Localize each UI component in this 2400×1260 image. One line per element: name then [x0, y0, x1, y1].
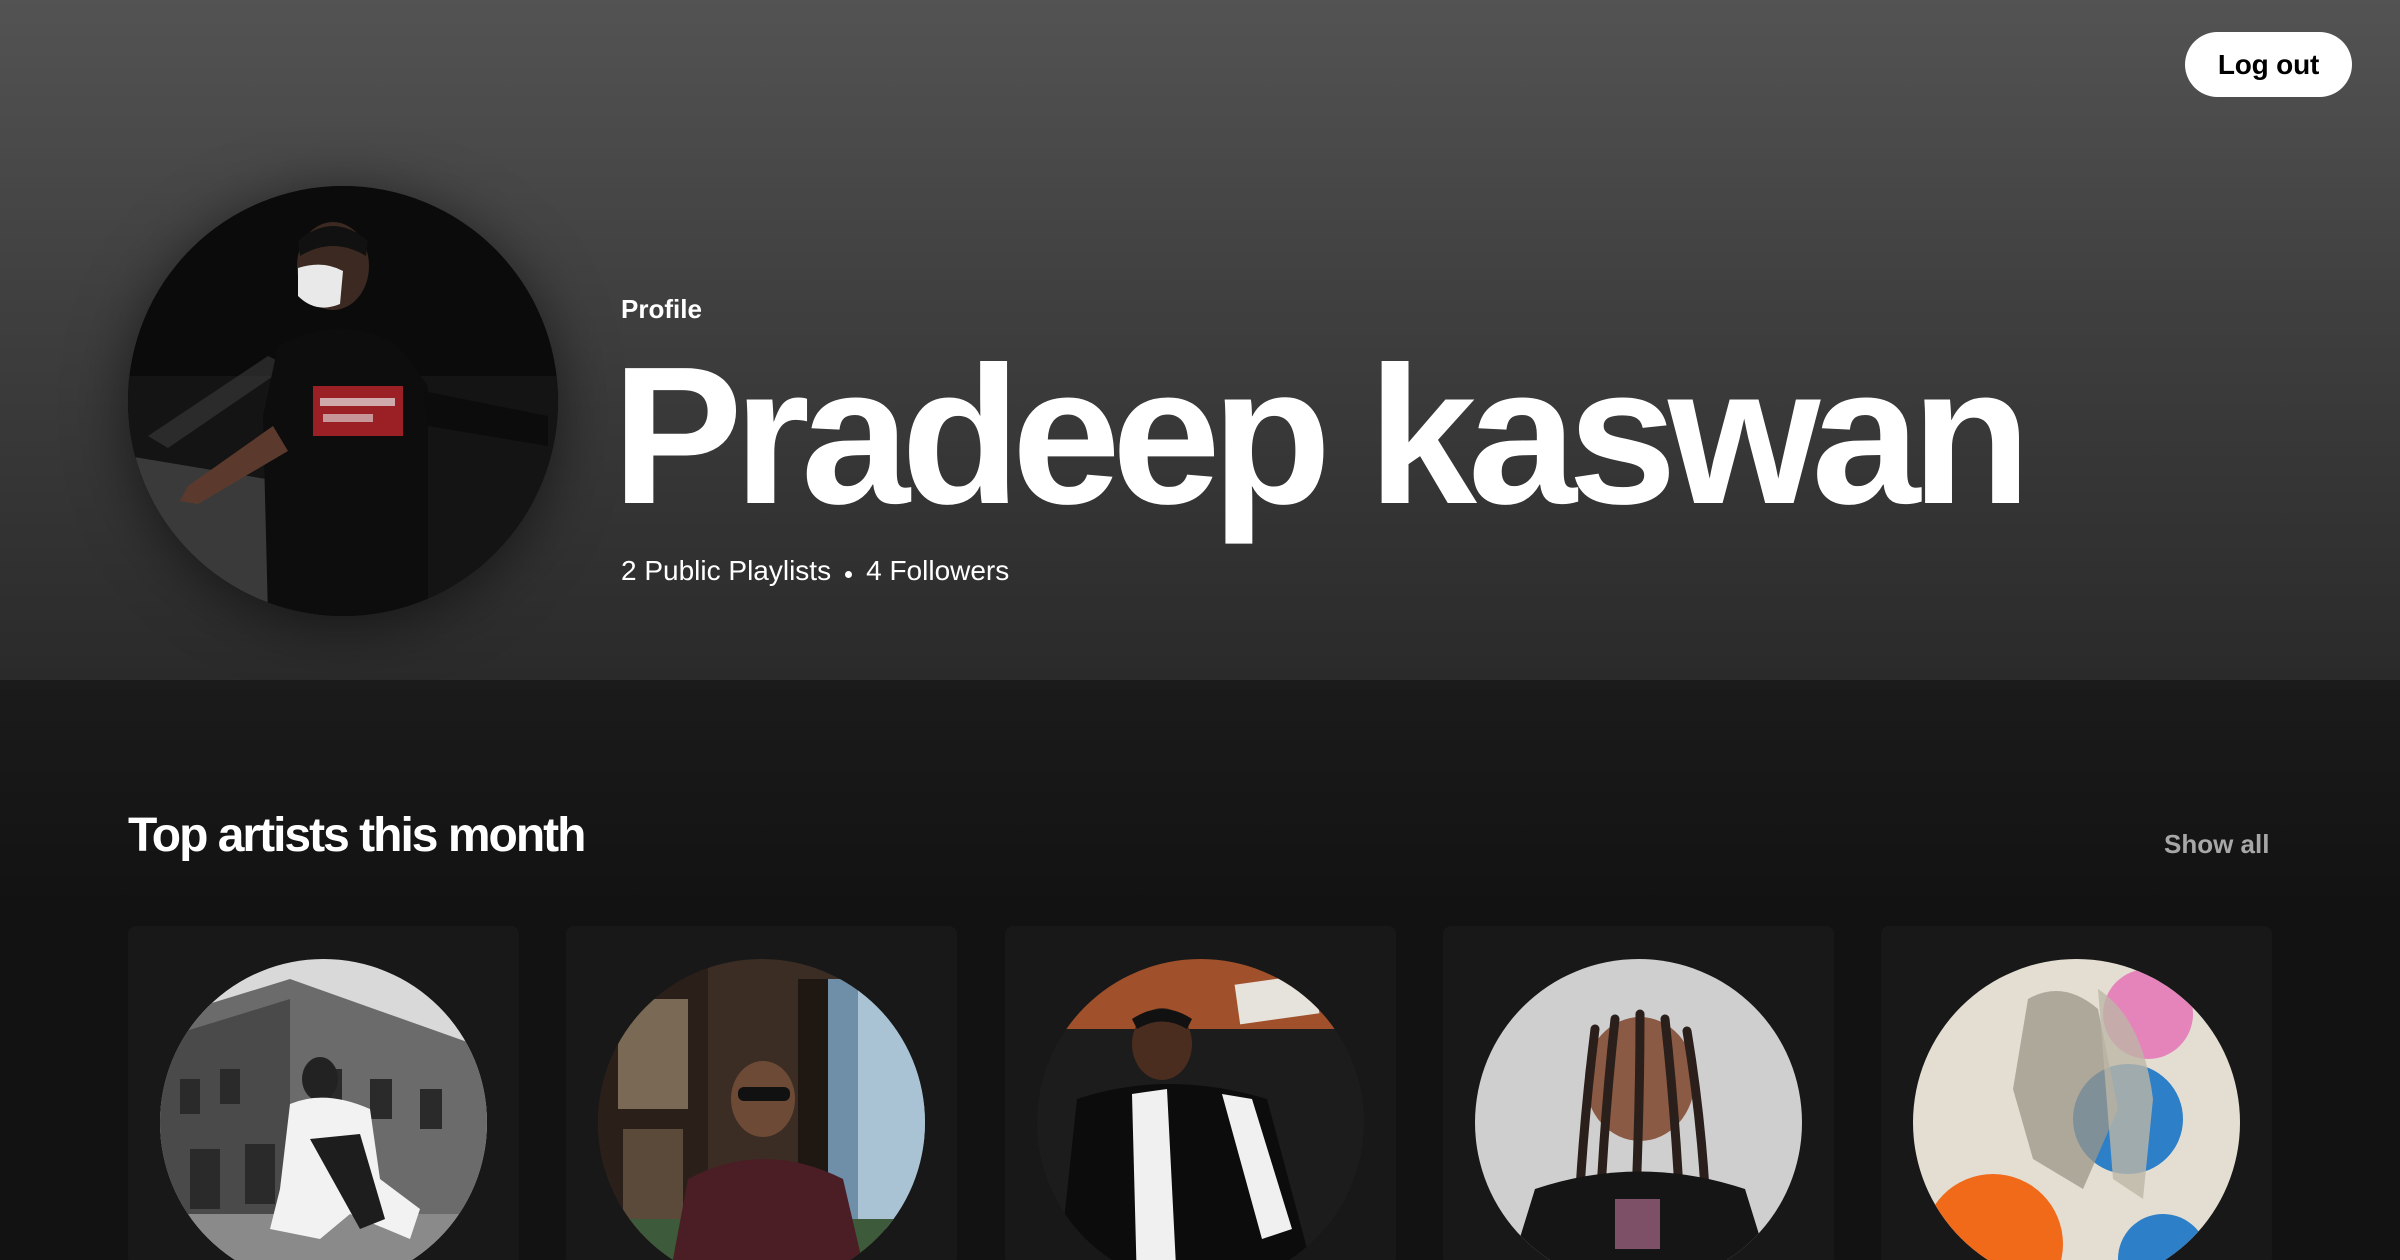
artist-photo-braids-icon [1475, 959, 1802, 1260]
show-all-link[interactable]: Show all [2164, 829, 2269, 860]
separator-dot-icon [845, 570, 853, 578]
artist-photo-bw-building-icon [160, 959, 487, 1260]
artist-cards [128, 926, 2272, 1260]
artist-image [1475, 959, 1802, 1260]
artist-image [160, 959, 487, 1260]
profile-type-label: Profile [621, 294, 702, 324]
logout-button[interactable]: Log out [2185, 32, 2352, 97]
artist-image [598, 959, 925, 1260]
artist-card[interactable] [128, 926, 519, 1260]
artist-image [1913, 959, 2240, 1260]
top-artists-section: Top artists this month Show all [0, 680, 2400, 1260]
section-title: Top artists this month [128, 809, 586, 862]
artist-photo-white-shawl-icon [1037, 959, 1364, 1260]
profile-header: Log out Profile Pradeep kaswan 2 Public … [0, 0, 2400, 680]
avatar-photo-icon [128, 186, 558, 616]
artist-image [1037, 959, 1364, 1260]
profile-page: Log out Profile Pradeep kaswan 2 Public … [0, 0, 2400, 1260]
public-playlists-link[interactable]: 2 Public Playlists [621, 555, 831, 587]
artist-photo-doorway-icon [598, 959, 925, 1260]
artist-card[interactable] [566, 926, 957, 1260]
artist-card[interactable] [1005, 926, 1396, 1260]
profile-name: Pradeep kaswan [612, 326, 2031, 545]
artist-card[interactable] [1881, 926, 2272, 1260]
profile-stats: 2 Public Playlists 4 Followers [621, 555, 1009, 587]
artist-photo-collage-icon [1913, 959, 2240, 1260]
followers-link[interactable]: 4 Followers [866, 555, 1009, 587]
profile-avatar [128, 186, 558, 616]
artist-card[interactable] [1443, 926, 1834, 1260]
